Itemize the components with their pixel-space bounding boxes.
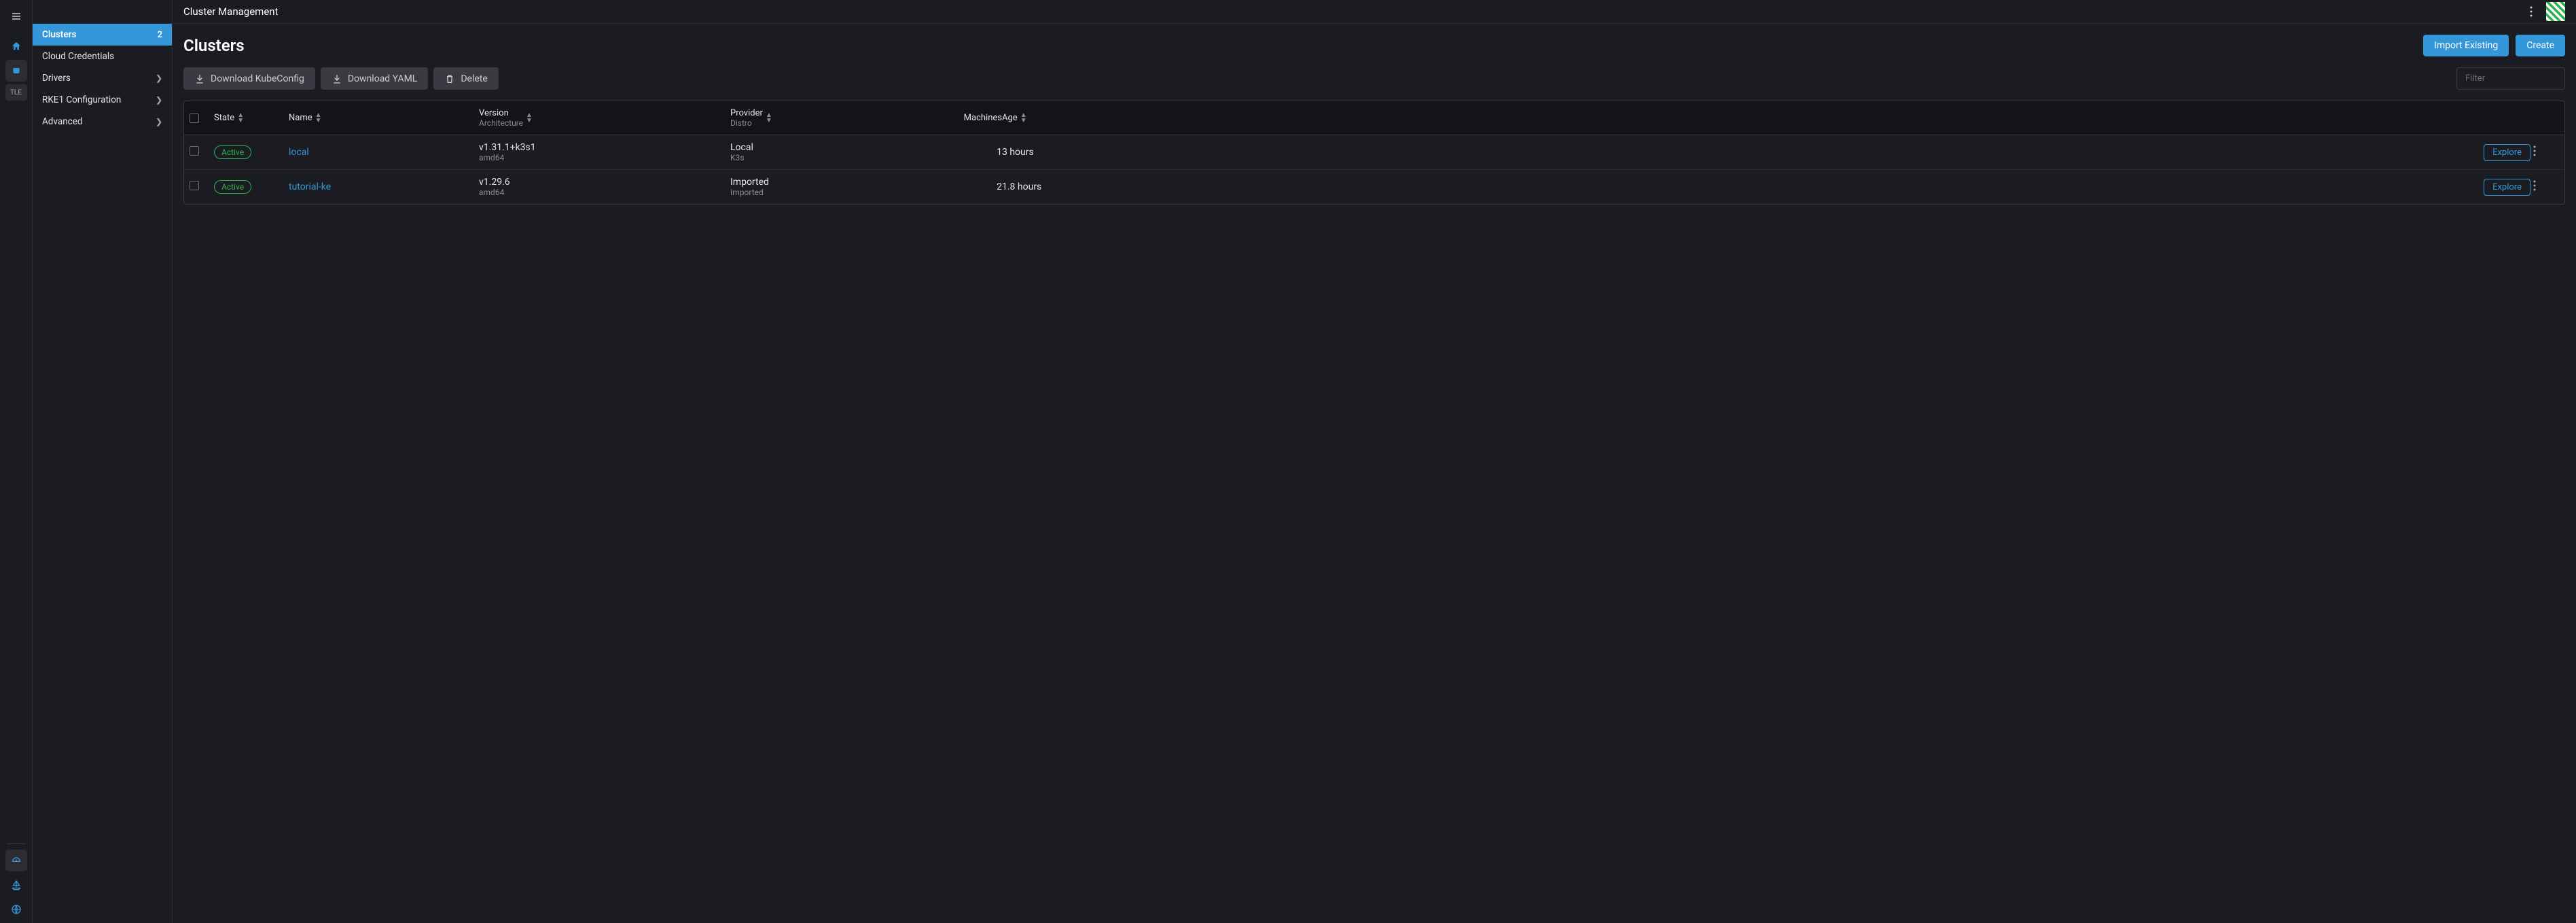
create-button[interactable]: Create <box>2516 35 2565 56</box>
kebab-menu-icon[interactable] <box>2524 5 2538 18</box>
sort-icon: ▲▼ <box>237 113 244 124</box>
row-kebab-icon[interactable] <box>2530 177 2559 196</box>
th-name[interactable]: Name ▲▼ <box>289 113 479 124</box>
menu-icon[interactable] <box>5 5 27 27</box>
version-value: v1.31.1+k3s1 <box>479 142 730 153</box>
dashboard-icon[interactable] <box>5 850 27 871</box>
sidebar-item-cloud-credentials[interactable]: Cloud Credentials <box>33 46 172 67</box>
cow-icon[interactable] <box>5 60 27 82</box>
sidebar-item-badge: 2 <box>158 30 162 40</box>
table-header-row: State ▲▼ Name ▲▼ Version Architecture ▲▼ <box>184 101 2564 135</box>
sidebar-item-clusters[interactable]: Clusters 2 <box>33 24 172 46</box>
import-existing-button[interactable]: Import Existing <box>2423 35 2509 56</box>
home-icon[interactable] <box>5 35 27 57</box>
download-icon <box>194 73 205 84</box>
download-kubeconfig-button[interactable]: Download KubeConfig <box>183 67 315 90</box>
filter-input[interactable] <box>2456 67 2565 90</box>
architecture-value: amd64 <box>479 153 730 162</box>
architecture-value: amd64 <box>479 188 730 197</box>
rail-tle-label[interactable]: TLE <box>5 84 27 101</box>
sidebar-header-spacer <box>33 0 172 24</box>
chevron-right-icon: ❯ <box>156 117 162 126</box>
main: Cluster Management Clusters Import Exist… <box>173 0 2576 923</box>
state-badge: Active <box>214 180 251 194</box>
provider-value: Local <box>730 142 920 153</box>
state-badge: Active <box>214 145 251 159</box>
cluster-name-link[interactable]: tutorial-ke <box>289 181 331 192</box>
download-icon <box>332 73 342 84</box>
sort-icon: ▲▼ <box>1020 113 1027 124</box>
page-breadcrumb: Cluster Management <box>183 5 278 18</box>
cluster-name-link[interactable]: local <box>289 147 309 158</box>
machines-value: 1 <box>920 147 1002 158</box>
th-age[interactable]: Age ▲▼ <box>1002 113 1084 124</box>
sidebar-item-advanced[interactable]: Advanced ❯ <box>33 111 172 133</box>
globe-icon[interactable] <box>5 899 27 920</box>
th-machines[interactable]: Machines <box>920 113 1002 123</box>
provider-value: Imported <box>730 177 920 188</box>
explore-button[interactable]: Explore <box>2484 179 2530 196</box>
th-provider[interactable]: Provider Distro ▲▼ <box>730 108 920 128</box>
age-value: 3 hours <box>1002 147 1084 158</box>
avatar[interactable] <box>2546 2 2565 21</box>
sidebar-item-drivers[interactable]: Drivers ❯ <box>33 67 172 89</box>
sidebar-item-label: Cloud Credentials <box>42 51 114 62</box>
rail-divider <box>7 843 26 844</box>
button-label: Download KubeConfig <box>211 73 304 84</box>
sidebar: Clusters 2 Cloud Credentials Drivers ❯ R… <box>33 0 173 923</box>
th-version[interactable]: Version Architecture ▲▼ <box>479 108 730 128</box>
sailboat-icon[interactable] <box>5 874 27 896</box>
trash-icon <box>444 73 455 84</box>
sidebar-item-label: Advanced <box>42 116 83 127</box>
age-value: 1.8 hours <box>1002 181 1084 192</box>
button-label: Download YAML <box>348 73 417 84</box>
explore-button[interactable]: Explore <box>2484 144 2530 161</box>
clusters-table: State ▲▼ Name ▲▼ Version Architecture ▲▼ <box>183 101 2565 205</box>
sidebar-item-label: Clusters <box>42 29 76 40</box>
machines-value: 2 <box>920 181 1002 192</box>
row-checkbox[interactable] <box>190 181 199 190</box>
sort-icon: ▲▼ <box>315 113 322 124</box>
select-all-checkbox[interactable] <box>190 114 199 123</box>
sidebar-item-label: RKE1 Configuration <box>42 94 121 105</box>
sort-icon: ▲▼ <box>526 113 533 124</box>
table-row: Active tutorial-ke v1.29.6 amd64 Importe… <box>184 170 2564 204</box>
page-title: Clusters <box>183 36 245 55</box>
table-row: Active local v1.31.1+k3s1 amd64 Local K3… <box>184 135 2564 170</box>
th-state[interactable]: State ▲▼ <box>214 113 289 124</box>
row-checkbox[interactable] <box>190 146 199 156</box>
distro-value: K3s <box>730 153 920 162</box>
chevron-right-icon: ❯ <box>156 73 162 83</box>
version-value: v1.29.6 <box>479 177 730 188</box>
topbar: Cluster Management <box>173 0 2576 24</box>
sort-icon: ▲▼ <box>766 113 772 124</box>
distro-value: Imported <box>730 188 920 197</box>
delete-button[interactable]: Delete <box>433 67 498 90</box>
button-label: Delete <box>461 73 487 84</box>
sidebar-item-label: Drivers <box>42 73 71 84</box>
download-yaml-button[interactable]: Download YAML <box>321 67 428 90</box>
sidebar-item-rke1-configuration[interactable]: RKE1 Configuration ❯ <box>33 89 172 111</box>
chevron-right-icon: ❯ <box>156 95 162 105</box>
row-kebab-icon[interactable] <box>2530 143 2559 162</box>
left-rail: TLE <box>0 0 33 923</box>
